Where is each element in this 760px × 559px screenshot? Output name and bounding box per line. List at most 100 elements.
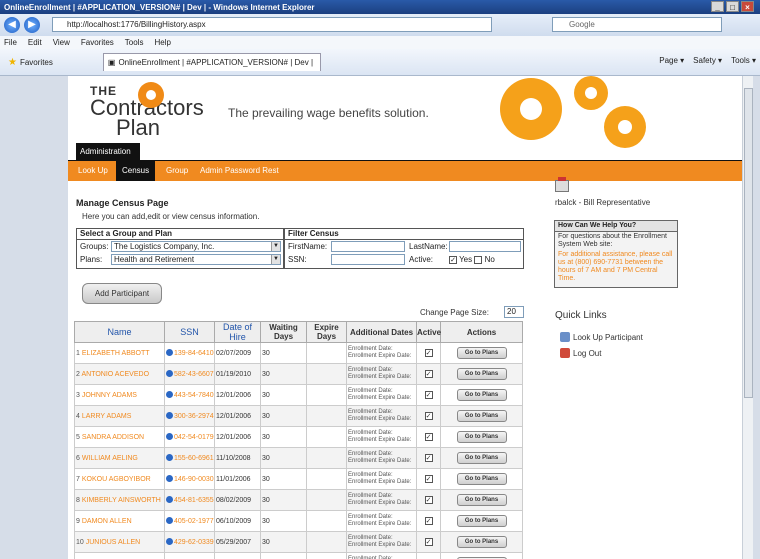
maximize-button[interactable]: □	[726, 1, 739, 12]
quick-link-logout[interactable]: Log Out	[560, 348, 601, 358]
safety-menu[interactable]: Safety ▾	[693, 56, 722, 65]
active-checkbox[interactable]: ✓	[424, 412, 433, 420]
nav-admin-password-reset[interactable]: Admin Password Rest	[200, 161, 279, 181]
page-size-input[interactable]: 20	[504, 306, 524, 318]
participant-name-link[interactable]: JUNIOUS ALLEN	[86, 539, 140, 546]
go-to-plans-button[interactable]: Go to Plans	[456, 347, 507, 359]
cell-name[interactable]: 11 MARGARET ALLEN	[74, 552, 165, 559]
forward-button[interactable]: ▶	[24, 17, 40, 33]
cell-name[interactable]: 1 ELIZABETH ABBOTT	[74, 342, 165, 364]
cell-name[interactable]: 3 JOHNNY ADAMS	[74, 384, 165, 406]
active-checkbox[interactable]: ✓	[424, 454, 433, 462]
participant-name-link[interactable]: KIMBERLY AINSWORTH	[82, 497, 161, 504]
add-participant-button[interactable]: Add Participant	[82, 283, 162, 304]
participant-name-link[interactable]: LARRY ADAMS	[82, 413, 132, 420]
cell-active: ✓	[416, 447, 441, 469]
browser-tab[interactable]: ▣ OnlineEnrollment | #APPLICATION_VERSIO…	[102, 53, 321, 71]
col-ssn[interactable]: SSN	[164, 321, 215, 343]
go-to-plans-button[interactable]: Go to Plans	[456, 368, 507, 380]
participant-name-link[interactable]: KOKOU AGBOYIBOR	[82, 476, 151, 483]
select-group-panel: Select a Group and Plan Groups: The Logi…	[76, 228, 284, 269]
menu-edit[interactable]: Edit	[28, 38, 42, 47]
enrollment-expire-label: Enrollment Expire Date:	[348, 353, 412, 359]
active-checkbox[interactable]: ✓	[424, 370, 433, 378]
printer-icon[interactable]	[555, 177, 569, 192]
active-checkbox[interactable]: ✓	[424, 475, 433, 483]
active-yes-checkbox[interactable]: ✓	[449, 255, 457, 264]
cell-name[interactable]: 5 SANDRA ADDISON	[74, 426, 165, 448]
scroll-thumb[interactable]	[744, 88, 753, 398]
first-name-input[interactable]	[331, 241, 405, 252]
row-number: 3	[76, 391, 80, 399]
participant-name-link[interactable]: WILLIAM AELING	[82, 455, 138, 462]
active-checkbox[interactable]: ✓	[424, 496, 433, 504]
participant-name-link[interactable]: DAMON ALLEN	[82, 518, 132, 525]
go-to-plans-button[interactable]: Go to Plans	[456, 494, 507, 506]
chevron-down-icon: ▼	[271, 242, 280, 251]
logo-line2: Plan	[115, 115, 161, 140]
cell-name[interactable]: 6 WILLIAM AELING	[74, 447, 165, 469]
active-checkbox[interactable]: ✓	[424, 538, 433, 546]
cell-name[interactable]: 10 JUNIOUS ALLEN	[74, 531, 165, 553]
enrollment-expire-label: Enrollment Expire Date:	[348, 479, 412, 485]
star-icon: ★	[8, 56, 17, 68]
participant-name-link[interactable]: ANTONIO ACEVEDO	[81, 371, 149, 378]
nav-census[interactable]: Census	[116, 161, 156, 181]
nav-group[interactable]: Group	[166, 161, 188, 181]
page-menu[interactable]: Page ▾	[659, 56, 684, 65]
current-user: rbalck - Bill Representative	[555, 198, 651, 207]
participant-name-link[interactable]: ELIZABETH ABBOTT	[82, 350, 150, 357]
tools-menu[interactable]: Tools ▾	[731, 56, 756, 65]
ssn-input[interactable]	[331, 254, 405, 265]
participant-name-link[interactable]: JOHNNY ADAMS	[82, 392, 137, 399]
go-to-plans-button[interactable]: Go to Plans	[456, 536, 507, 548]
go-to-plans-button[interactable]: Go to Plans	[456, 515, 507, 527]
cell-name[interactable]: 9 DAMON ALLEN	[74, 510, 165, 532]
minimize-button[interactable]: _	[711, 1, 724, 12]
back-button[interactable]: ◀	[4, 17, 20, 33]
cell-name[interactable]: 7 KOKOU AGBOYIBOR	[74, 468, 165, 490]
nav-look-up[interactable]: Look Up	[78, 161, 108, 181]
search-input[interactable]: Google	[552, 17, 722, 32]
participant-name-link[interactable]: SANDRA ADDISON	[82, 434, 144, 441]
cell-name[interactable]: 2 ANTONIO ACEVEDO	[74, 363, 165, 385]
cell-ssn: 155-60-6961	[164, 447, 215, 469]
tab-administration[interactable]: Administration	[76, 143, 140, 161]
active-checkbox[interactable]: ✓	[424, 349, 433, 357]
panel-title: Select a Group and Plan	[77, 229, 283, 240]
address-bar[interactable]: http://localhost:1776/BillingHistory.asp…	[52, 17, 492, 32]
go-to-plans-button[interactable]: Go to Plans	[456, 473, 507, 485]
quick-link-lookup[interactable]: Look Up Participant	[560, 332, 643, 342]
address-row: ◀ ▶ http://localhost:1776/BillingHistory…	[0, 14, 760, 36]
last-name-label: LastName:	[409, 242, 448, 251]
last-name-input[interactable]	[449, 241, 521, 252]
go-to-plans-button[interactable]: Go to Plans	[456, 452, 507, 464]
close-button[interactable]: ×	[741, 1, 754, 12]
col-name[interactable]: Name	[74, 321, 165, 343]
cell-name[interactable]: 4 LARRY ADAMS	[74, 405, 165, 427]
table-row: 6 WILLIAM AELING 155-60-6961 11/10/2008 30 E…	[74, 447, 523, 469]
favorites-button[interactable]: ★ Favorites	[8, 57, 53, 68]
go-to-plans-button[interactable]: Go to Plans	[456, 431, 507, 443]
active-checkbox[interactable]: ✓	[424, 391, 433, 399]
cell-additional-dates: Enrollment Date:Enrollment Expire Date:	[346, 363, 417, 385]
active-no-checkbox[interactable]	[474, 255, 483, 264]
active-checkbox[interactable]: ✓	[424, 433, 433, 441]
plans-select[interactable]: Health and Retirement ▼	[111, 254, 281, 265]
menu-favorites[interactable]: Favorites	[81, 38, 114, 47]
menu-help[interactable]: Help	[154, 38, 170, 47]
go-to-plans-button[interactable]: Go to Plans	[456, 410, 507, 422]
groups-select[interactable]: The Logistics Company, Inc. ▼	[111, 241, 281, 252]
active-checkbox[interactable]: ✓	[424, 517, 433, 525]
cell-actions: Go to Plans	[440, 384, 523, 406]
col-date-of-hire[interactable]: Date of Hire	[214, 321, 261, 343]
menu-view[interactable]: View	[53, 38, 70, 47]
menu-file[interactable]: File	[4, 38, 17, 47]
enrollment-date-label: Enrollment Date:	[348, 472, 393, 478]
go-to-plans-button[interactable]: Go to Plans	[456, 389, 507, 401]
menu-tools[interactable]: Tools	[125, 38, 144, 47]
vertical-scrollbar[interactable]	[742, 76, 753, 559]
enrollment-expire-label: Enrollment Expire Date:	[348, 395, 412, 401]
ssn-value: 582-43-6607	[174, 371, 214, 378]
cell-name[interactable]: 8 KIMBERLY AINSWORTH	[74, 489, 165, 511]
